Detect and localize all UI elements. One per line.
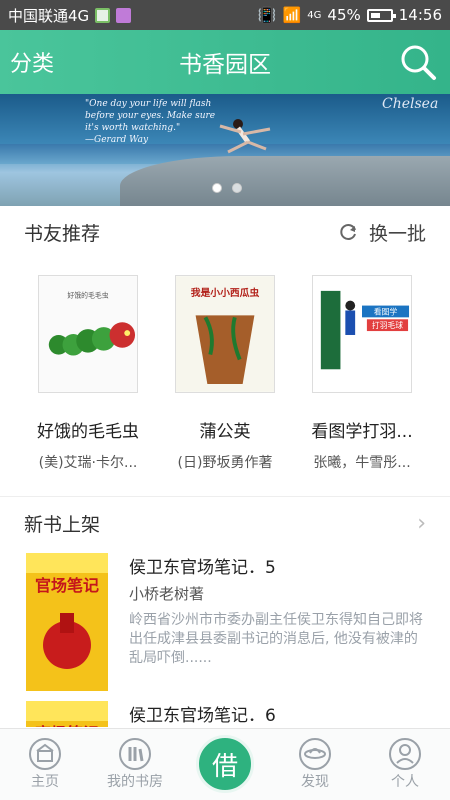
new-book-title: 侯卫东官场笔记．5: [129, 558, 276, 578]
nav-bookshelf[interactable]: 我的书房: [90, 737, 180, 791]
app-notification-icon: [95, 7, 111, 23]
new-book-author: 小桥老树著: [129, 585, 205, 603]
search-icon[interactable]: [398, 42, 438, 82]
new-book-item[interactable]: 官场笔记 侯卫东官场笔记．6: [26, 701, 426, 727]
book-cover-badminton: 看图学 打羽毛球: [312, 275, 412, 393]
book-card[interactable]: 看图学 打羽毛球 看图学打羽... 张曦，牛雪彤...: [292, 263, 432, 472]
bottom-navigation: 主页 我的书房 借 发现 个人: [0, 728, 450, 800]
nav-home-label: 主页: [31, 774, 59, 790]
refresh-label: 换一批: [368, 222, 426, 245]
svg-text:官场笔记: 官场笔记: [35, 576, 99, 595]
category-button[interactable]: 分类: [10, 46, 54, 78]
svg-text:我是小小西瓜虫: 我是小小西瓜虫: [191, 286, 260, 299]
bookshelf-icon: [119, 738, 151, 770]
carousel-dot[interactable]: [232, 183, 242, 193]
book-title: 蒲公英: [199, 422, 251, 442]
battery-percent: 45%: [327, 6, 361, 24]
new-book-description: 岭西省沙州市市委办副主任侯卫东得知自己即将出任成津县县委副书记的消息后, 他没有…: [129, 612, 423, 666]
svg-text:好饿的毛毛虫: 好饿的毛毛虫: [67, 291, 108, 300]
svg-text:官场笔记: 官场笔记: [35, 724, 99, 727]
borrow-label: 借: [211, 751, 238, 782]
book-card[interactable]: 好饿的毛毛虫 好饿的毛毛虫 (美)艾瑞·卡尔...: [18, 263, 158, 472]
new-books-title: 新书上架: [24, 513, 101, 536]
nav-profile[interactable]: 个人: [360, 737, 450, 791]
nav-profile-label: 个人: [391, 774, 419, 790]
ufo-icon: [299, 738, 331, 770]
top-bar: 分类 书香园区: [0, 30, 450, 94]
borrow-button[interactable]: 借: [196, 735, 254, 793]
home-icon: [29, 738, 61, 770]
carrier-text: 中国联通4G: [8, 6, 90, 25]
recommend-header: 书友推荐 换一批: [0, 206, 450, 258]
vibrate-icon: 📳: [257, 6, 277, 24]
banner-quote: "One day your life will flash before you…: [85, 99, 216, 145]
recommend-book-list: 好饿的毛毛虫 好饿的毛毛虫 (美)艾瑞·卡尔... 我是小小西瓜虫 蒲公英 (日…: [0, 263, 450, 493]
refresh-button[interactable]: 换一批: [339, 219, 426, 246]
book-author: (日)野坂勇作著: [177, 455, 273, 471]
chevron-right-icon: ›: [417, 510, 426, 536]
nav-bookshelf-label: 我的书房: [107, 774, 163, 790]
nav-discover[interactable]: 发现: [270, 737, 360, 791]
book-title: 看图学打羽...: [311, 422, 413, 442]
new-book-title: 侯卫东官场笔记．6: [129, 706, 276, 726]
new-books-section: 新书上架 › 官场笔记 侯卫东官场笔记．5 小桥老树著 岭西省沙州市市委办副主任…: [0, 496, 450, 728]
nav-home[interactable]: 主页: [0, 737, 90, 791]
new-books-header[interactable]: 新书上架 ›: [0, 497, 450, 549]
book-title: 好饿的毛毛虫: [37, 422, 139, 442]
battery-icon: [366, 8, 396, 22]
svg-text:打羽毛球: 打羽毛球: [372, 320, 403, 330]
user-icon: [389, 738, 421, 770]
book-cover-caterpillar: 好饿的毛毛虫: [38, 275, 138, 393]
book-cover-dandelion: 我是小小西瓜虫: [175, 275, 275, 393]
book-author: 张曦，牛雪彤...: [313, 455, 411, 471]
page-title: 书香园区: [179, 52, 271, 78]
recommend-title: 书友推荐: [24, 222, 101, 245]
carousel-dot-active[interactable]: [212, 183, 222, 193]
new-book-cover: 官场笔记: [26, 701, 108, 727]
new-book-item[interactable]: 官场笔记 侯卫东官场笔记．5 小桥老树著 岭西省沙州市市委办副主任侯卫东得知自己…: [26, 553, 426, 693]
clock: 14:56: [398, 6, 442, 24]
banner-logo: Chelsea: [382, 96, 439, 112]
wifi-icon: 📶: [282, 6, 302, 24]
book-author: (美)艾瑞·卡尔...: [38, 455, 138, 471]
gallery-notification-icon: [116, 7, 132, 23]
refresh-icon: [340, 224, 356, 240]
new-book-cover: 官场笔记: [26, 553, 108, 691]
nav-discover-label: 发现: [301, 774, 329, 790]
jumping-person-image: [219, 119, 271, 154]
network-label: 4G: [307, 9, 322, 21]
carousel-indicator: [212, 183, 242, 193]
book-card[interactable]: 我是小小西瓜虫 蒲公英 (日)野坂勇作著: [155, 263, 295, 472]
status-bar: 中国联通4G 📳 📶 4G 45% 14:56: [0, 0, 450, 30]
svg-text:看图学: 看图学: [374, 306, 398, 316]
